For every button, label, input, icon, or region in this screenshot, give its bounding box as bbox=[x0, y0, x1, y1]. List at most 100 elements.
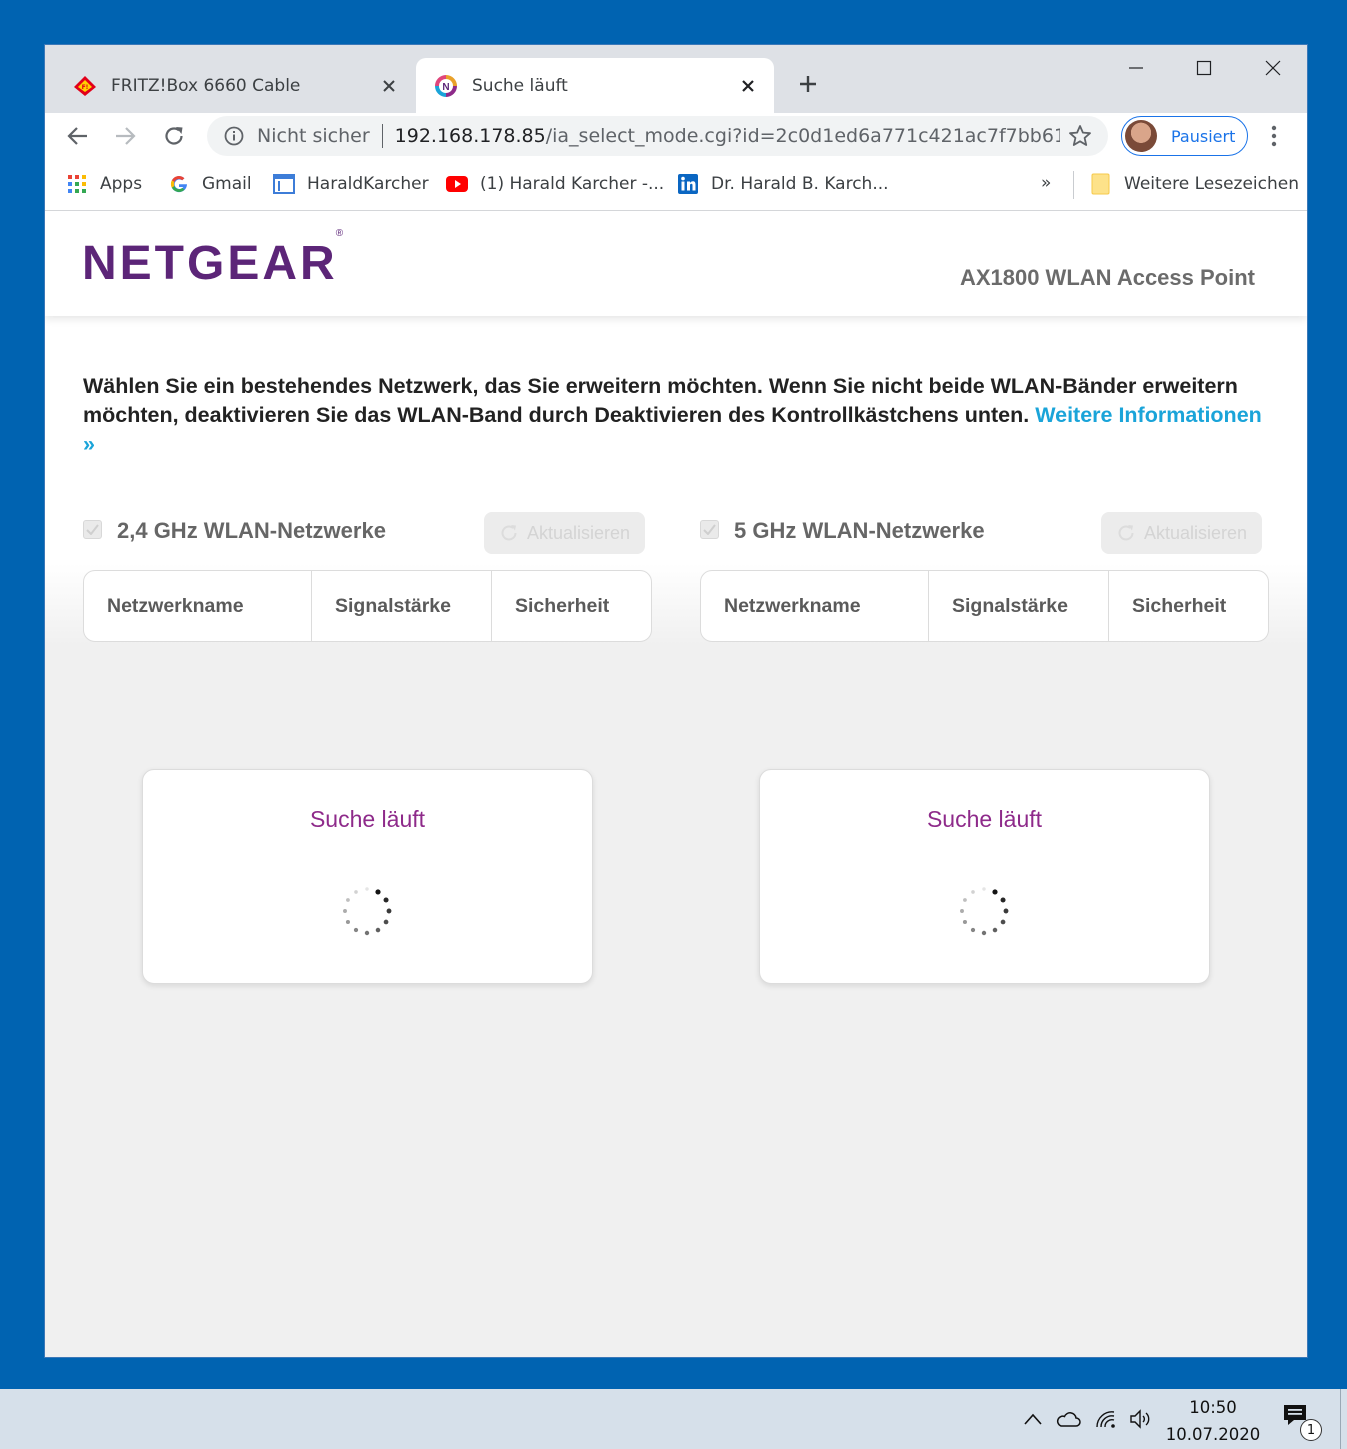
url-path: /ia_select_mode.cgi?id=2c0d1ed6a771c421a… bbox=[545, 125, 1060, 147]
minimize-icon[interactable] bbox=[1113, 53, 1159, 83]
spinner-dot bbox=[963, 898, 967, 902]
loading-spinner-icon bbox=[960, 887, 1009, 936]
info-icon[interactable] bbox=[223, 125, 245, 147]
reload-icon[interactable] bbox=[158, 120, 190, 152]
google-icon bbox=[168, 173, 190, 195]
spinner-dot bbox=[354, 890, 358, 894]
volume-icon[interactable] bbox=[1128, 1407, 1154, 1431]
network-table-header: Netzwerkname Signalstärke Sicherheit bbox=[83, 570, 652, 642]
spinner-dot bbox=[971, 890, 975, 894]
notification-center-icon[interactable]: 1 bbox=[1282, 1403, 1322, 1443]
refresh-button[interactable]: Aktualisieren bbox=[1101, 512, 1262, 554]
spinner-dot bbox=[343, 909, 347, 913]
spinner-dot bbox=[383, 919, 389, 925]
spinner-dot bbox=[970, 927, 976, 933]
url-text[interactable]: 192.168.178.85/ia_select_mode.cgi?id=2c0… bbox=[395, 125, 1060, 147]
chevron-up-icon[interactable] bbox=[1020, 1407, 1046, 1431]
spinner-dot bbox=[1003, 908, 1009, 914]
page-header: NETGEAR® AX1800 WLAN Access Point bbox=[45, 212, 1307, 316]
spinner-dot bbox=[346, 898, 350, 902]
bookmarks-divider bbox=[1073, 171, 1074, 199]
tab-suche-laeuft[interactable]: N Suche läuft bbox=[416, 58, 774, 113]
clock-date: 10.07.2020 bbox=[1165, 1425, 1261, 1444]
youtube-icon bbox=[446, 173, 468, 195]
spinner-dot bbox=[375, 889, 381, 895]
spinner-dot bbox=[375, 927, 381, 933]
band-title: 5 GHz WLAN-Netzwerke bbox=[734, 518, 985, 543]
apps-grid-icon bbox=[66, 173, 88, 195]
bookmark-other-folder[interactable]: Weitere Lesezeichen bbox=[1090, 171, 1299, 197]
band-5ghz-checkbox[interactable] bbox=[700, 520, 719, 539]
svg-text:N: N bbox=[442, 82, 449, 93]
column-signal[interactable]: Signalstärke bbox=[312, 571, 492, 641]
bookmark-label: Weitere Lesezeichen bbox=[1124, 174, 1300, 194]
show-desktop-button[interactable] bbox=[1340, 1389, 1341, 1449]
clock-time: 10:50 bbox=[1189, 1398, 1237, 1417]
spinner-dot bbox=[364, 930, 370, 936]
netgear-icon: N bbox=[434, 74, 458, 98]
spinner-dot bbox=[981, 930, 987, 936]
bookmarks-overflow-button[interactable]: » bbox=[1041, 173, 1051, 193]
spinner-dot bbox=[386, 908, 392, 914]
logo-text: NETGEAR bbox=[82, 237, 338, 290]
notification-count-badge: 1 bbox=[1300, 1419, 1322, 1441]
security-status[interactable]: Nicht sicher bbox=[257, 125, 370, 147]
bookmark-star-icon[interactable] bbox=[1066, 122, 1094, 150]
refresh-label: Aktualisieren bbox=[526, 522, 631, 543]
address-bar[interactable]: Nicht sicher 192.168.178.85/ia_select_mo… bbox=[207, 116, 1108, 156]
refresh-icon bbox=[499, 523, 519, 543]
spinner-dot bbox=[982, 887, 986, 891]
taskbar: 10:50 10.07.2020 1 bbox=[0, 1389, 1347, 1449]
spinner-dot bbox=[365, 887, 369, 891]
refresh-button[interactable]: Aktualisieren bbox=[484, 512, 645, 554]
column-signal[interactable]: Signalstärke bbox=[929, 571, 1109, 641]
spinner-dot bbox=[353, 927, 359, 933]
bookmark-label: HaraldKarcher bbox=[307, 174, 429, 194]
back-arrow-icon[interactable] bbox=[62, 120, 94, 152]
search-status-card: Suche läuft bbox=[759, 769, 1210, 984]
taskbar-clock[interactable]: 10:50 10.07.2020 bbox=[1160, 1394, 1266, 1448]
bookmark-gmail[interactable]: Gmail bbox=[168, 171, 252, 197]
bookmark-label: Apps bbox=[100, 174, 143, 194]
column-security[interactable]: Sicherheit bbox=[492, 571, 651, 641]
avatar bbox=[1125, 120, 1157, 152]
new-tab-icon[interactable] bbox=[793, 69, 823, 99]
product-name: AX1800 WLAN Access Point bbox=[959, 265, 1255, 290]
forward-arrow-icon[interactable] bbox=[109, 120, 141, 152]
column-networkname[interactable]: Netzwerkname bbox=[84, 571, 312, 641]
bookmark-apps[interactable]: Apps bbox=[66, 171, 142, 197]
close-tab-icon[interactable] bbox=[377, 74, 401, 98]
url-host: 192.168.178.85 bbox=[394, 125, 546, 147]
search-status-card: Suche läuft bbox=[142, 769, 593, 984]
search-status-label: Suche läuft bbox=[309, 806, 426, 832]
browser-window: F! FRITZ!Box 6660 Cable N Suche läuft Ni… bbox=[45, 45, 1307, 1357]
fritz-icon: F! bbox=[73, 74, 97, 98]
wifi-icon[interactable] bbox=[1093, 1407, 1119, 1431]
onedrive-cloud-icon[interactable] bbox=[1055, 1407, 1081, 1431]
tab-fritzbox[interactable]: F! FRITZ!Box 6660 Cable bbox=[45, 58, 415, 113]
band-24ghz-checkbox[interactable] bbox=[83, 520, 102, 539]
band-title: 2,4 GHz WLAN-Netzwerke bbox=[117, 518, 386, 543]
folder-icon bbox=[1090, 173, 1112, 195]
page-content: NETGEAR® AX1800 WLAN Access Point Wählen… bbox=[45, 212, 1307, 1357]
spinner-dot bbox=[345, 919, 350, 925]
profile-label: Pausiert bbox=[1171, 126, 1236, 146]
column-security[interactable]: Sicherheit bbox=[1109, 571, 1268, 641]
bookmarks-bar: Apps Gmail HaraldKarcher (1) Harald Karc… bbox=[45, 159, 1307, 211]
profile-button[interactable]: Pausiert bbox=[1121, 116, 1248, 156]
bookmark-haraldkarcher[interactable]: HaraldKarcher bbox=[273, 171, 429, 197]
spinner-dot bbox=[960, 909, 964, 913]
spinner-dot bbox=[1000, 897, 1006, 903]
refresh-icon bbox=[1116, 523, 1136, 543]
refresh-label: Aktualisieren bbox=[1143, 522, 1248, 543]
network-table-header: Netzwerkname Signalstärke Sicherheit bbox=[700, 570, 1269, 642]
bookmark-youtube[interactable]: (1) Harald Karcher -... bbox=[446, 171, 664, 197]
close-tab-icon[interactable] bbox=[736, 74, 760, 98]
more-menu-icon[interactable] bbox=[1261, 120, 1287, 152]
maximize-icon[interactable] bbox=[1181, 53, 1227, 83]
linkedin-icon bbox=[677, 173, 699, 195]
bookmark-linkedin[interactable]: Dr. Harald B. Karch... bbox=[677, 171, 889, 197]
close-window-icon[interactable] bbox=[1250, 53, 1296, 83]
column-networkname[interactable]: Netzwerkname bbox=[701, 571, 929, 641]
netgear-logo: NETGEAR® bbox=[82, 228, 345, 291]
